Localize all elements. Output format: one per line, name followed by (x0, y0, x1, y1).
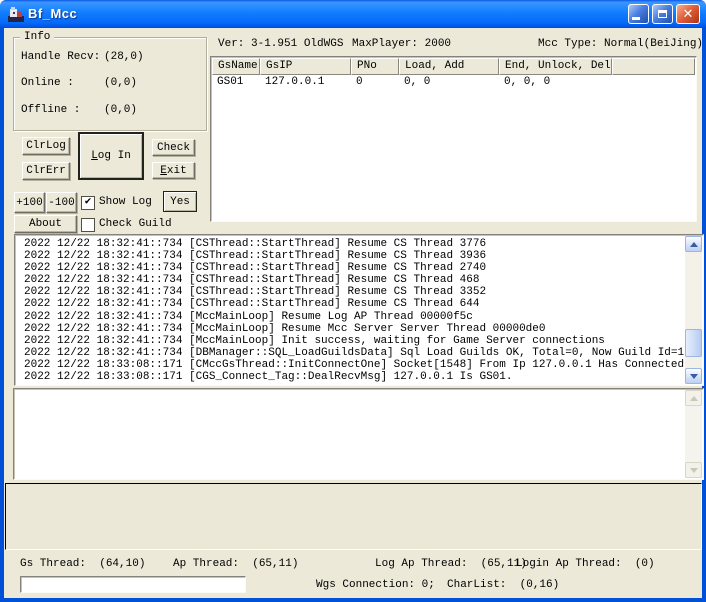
app-window: Bf_Mcc ✕ Info Handle Recv: (28,0) Online… (0, 0, 706, 602)
log-scrollbar[interactable] (685, 236, 702, 384)
info-groupbox: Info Handle Recv: (28,0) Online : (0,0) … (13, 37, 207, 131)
exit-button[interactable]: Exit (152, 162, 195, 179)
maximize-button[interactable] (652, 4, 673, 24)
clrerr-button[interactable]: ClrErr (22, 162, 70, 180)
titlebar: Bf_Mcc ✕ (0, 0, 706, 28)
log-line: 2022 12/22 18:32:41::734 [CSThread::Star… (24, 250, 684, 262)
about-button[interactable]: About (14, 215, 77, 233)
close-button[interactable]: ✕ (676, 4, 700, 24)
error-scrollbar (685, 390, 702, 478)
log-line: 2022 12/22 18:32:41::734 [CSThread::Star… (24, 238, 684, 250)
column-header-gsname[interactable]: GsName (212, 58, 260, 75)
handle-recv-label: Handle Recv: (21, 51, 100, 64)
cell-gsip: 127.0.0.1 (260, 75, 351, 90)
online-value: (0,0) (104, 77, 137, 90)
login-button[interactable]: Log In (78, 132, 144, 180)
cell-pno: 0 (351, 75, 399, 90)
column-header-end-unlock-del[interactable]: End, Unlock, Del (499, 58, 612, 75)
clrlog-button[interactable]: ClrLog (22, 137, 70, 155)
plus100-button[interactable]: +100 (14, 192, 45, 213)
window-title: Bf_Mcc (28, 6, 77, 21)
app-icon (8, 6, 24, 22)
scroll-up-button[interactable] (685, 236, 702, 252)
minimize-button[interactable] (628, 4, 649, 24)
offline-label: Offline : (21, 104, 80, 117)
mcc-type-label: Mcc Type: Normal(BeiJing) (538, 38, 703, 51)
scroll-down-button[interactable] (685, 368, 702, 384)
log-line: 2022 12/22 18:32:41::734 [DBManager::SQL… (24, 347, 684, 359)
column-header-gsip[interactable]: GsIP (260, 58, 351, 75)
maximize-icon (658, 10, 667, 18)
log-line: 2022 12/22 18:32:41::734 [MccMainLoop] R… (24, 311, 684, 323)
cell-load-add: 0, 0 (399, 75, 499, 90)
column-header-pno[interactable]: PNo (351, 58, 399, 75)
log-line: 2022 12/22 18:32:41::734 [CSThread::Star… (24, 298, 684, 310)
log-line: 2022 12/22 18:32:41::734 [CSThread::Star… (24, 286, 684, 298)
show-log-label[interactable]: Show Log (99, 196, 152, 209)
check-guild-label[interactable]: Check Guild (99, 218, 172, 231)
table-row[interactable]: GS01 127.0.0.1 0 0, 0 0, 0, 0 (212, 75, 695, 90)
log-line: 2022 12/22 18:32:41::734 [CSThread::Star… (24, 262, 684, 274)
bottom-panel (5, 483, 702, 550)
log-line: 2022 12/22 18:32:41::734 [MccMainLoop] R… (24, 323, 684, 335)
column-header-filler (612, 58, 695, 75)
scroll-up-icon (690, 392, 698, 401)
check-icon: ✔ (85, 197, 92, 208)
login-ap-thread-status: Login Ap Thread: (0) (516, 558, 655, 571)
error-listbox[interactable] (13, 388, 704, 480)
scrollbar-thumb[interactable] (685, 329, 702, 357)
scroll-down-button-disabled (685, 462, 702, 478)
scroll-up-button-disabled (685, 390, 702, 406)
close-icon: ✕ (683, 8, 694, 21)
log-line: 2022 12/22 18:33:08::171 [CGS_Connect_Ta… (24, 371, 684, 383)
version-label: Ver: 3-1.951 OldWGS (218, 38, 343, 51)
offline-value: (0,0) (104, 104, 137, 117)
cell-end-unlock-del: 0, 0, 0 (499, 75, 612, 90)
check-guild-checkbox[interactable] (81, 218, 95, 232)
info-groupbox-title: Info (20, 31, 54, 44)
log-listbox[interactable]: 2022 12/22 18:32:41::734 [CSThread::Star… (14, 234, 704, 386)
minus100-button[interactable]: -100 (46, 192, 77, 213)
scroll-up-icon (690, 238, 698, 247)
log-line: 2022 12/22 18:32:41::734 [MccMainLoop] I… (24, 335, 684, 347)
server-listview-header: GsName GsIP PNo Load, Add End, Unlock, D… (212, 58, 695, 75)
yes-button[interactable]: Yes (163, 191, 197, 212)
wgs-connection-status: Wgs Connection: 0; (316, 579, 435, 592)
scroll-down-icon (690, 374, 698, 383)
log-line: 2022 12/22 18:33:08::171 [CMccGsThread::… (24, 359, 684, 371)
server-listview: GsName GsIP PNo Load, Add End, Unlock, D… (210, 56, 697, 222)
check-button[interactable]: Check (152, 139, 195, 156)
online-label: Online : (21, 77, 74, 90)
log-ap-thread-status: Log Ap Thread: (65,11) (375, 558, 527, 571)
scroll-down-icon (690, 468, 698, 477)
column-header-load-add[interactable]: Load, Add (399, 58, 499, 75)
command-input[interactable] (20, 576, 246, 593)
minimize-icon (632, 17, 640, 20)
ap-thread-status: Ap Thread: (65,11) (173, 558, 298, 571)
log-lines: 2022 12/22 18:32:41::734 [CSThread::Star… (24, 238, 684, 383)
cell-gsname: GS01 (212, 75, 260, 90)
charlist-status: CharList: (0,16) (447, 579, 559, 592)
show-log-checkbox[interactable]: ✔ (81, 196, 95, 210)
maxplayer-label: MaxPlayer: 2000 (352, 38, 451, 51)
log-line: 2022 12/22 18:32:41::734 [CSThread::Star… (24, 274, 684, 286)
handle-recv-value: (28,0) (104, 51, 144, 64)
gs-thread-status: Gs Thread: (64,10) (20, 558, 145, 571)
